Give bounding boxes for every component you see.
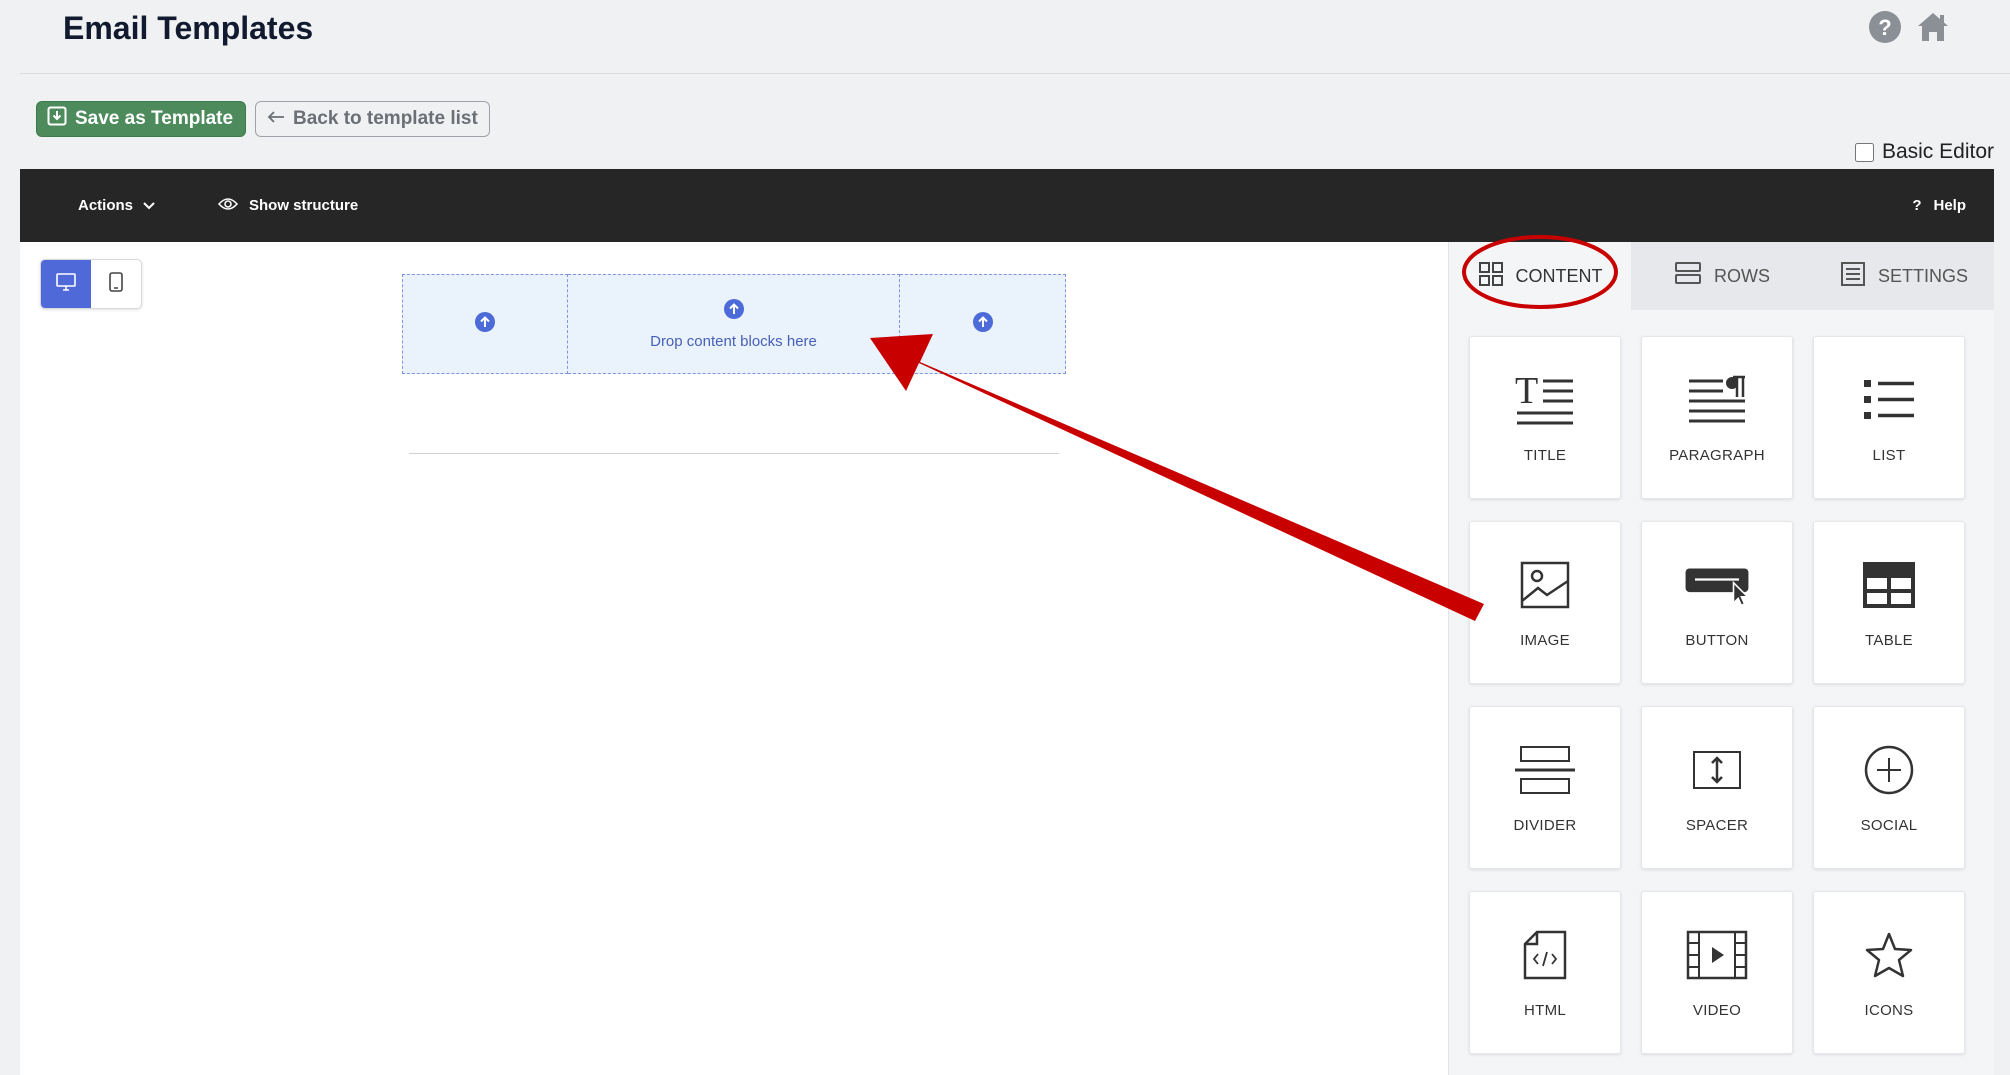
- drop-column-right[interactable]: [900, 274, 1066, 374]
- help-button[interactable]: ? Help: [1912, 197, 1966, 214]
- table-icon: [1856, 552, 1922, 618]
- help-label: Help: [1933, 197, 1966, 214]
- list-icon: [1856, 367, 1922, 433]
- html-icon: [1512, 922, 1578, 988]
- drop-row: Drop content blocks here: [402, 274, 1066, 374]
- header-icons: ?: [1868, 10, 1950, 44]
- mobile-view-button[interactable]: [91, 260, 141, 308]
- email-editor: Actions Show structure ? Help Drop conte…: [20, 169, 1994, 1075]
- device-preview-toggle: [40, 259, 142, 309]
- basic-editor-toggle[interactable]: Basic Editor: [1854, 140, 1994, 164]
- block-spacer-label: SPACER: [1685, 817, 1749, 834]
- basic-editor-label: Basic Editor: [1881, 140, 1994, 163]
- drop-column-left[interactable]: [402, 274, 568, 374]
- upload-arrow-icon: [474, 311, 496, 338]
- home-icon[interactable]: [1916, 10, 1950, 44]
- block-video-label: VIDEO: [1692, 1002, 1742, 1019]
- block-list-label: LIST: [1872, 447, 1906, 464]
- block-spacer[interactable]: SPACER: [1641, 706, 1793, 869]
- block-title[interactable]: T TITLE: [1469, 336, 1621, 499]
- header-divider: [20, 73, 2010, 74]
- save-icon: [47, 106, 67, 132]
- block-divider[interactable]: DIVIDER: [1469, 706, 1621, 869]
- chevron-down-icon: [143, 197, 155, 214]
- grid-icon: [1478, 261, 1504, 292]
- block-image-label: IMAGE: [1520, 632, 1570, 649]
- back-to-template-list-button[interactable]: Back to template list: [255, 101, 490, 137]
- button-icon: [1684, 552, 1750, 618]
- tab-rows[interactable]: ROWS: [1631, 242, 1813, 310]
- show-structure-button[interactable]: Show structure: [217, 197, 359, 215]
- block-html[interactable]: HTML: [1469, 891, 1621, 1054]
- block-social-label: SOCIAL: [1860, 817, 1918, 834]
- content-sidebar: CONTENT ROWS SETTINGS T TITLE PARAGRAPH …: [1448, 242, 1994, 1075]
- block-social[interactable]: SOCIAL: [1813, 706, 1965, 869]
- drop-content-text: Drop content blocks here: [650, 333, 817, 350]
- tab-rows-label: ROWS: [1714, 265, 1770, 286]
- block-video[interactable]: VIDEO: [1641, 891, 1793, 1054]
- sidebar-tabs: CONTENT ROWS SETTINGS: [1449, 242, 1994, 310]
- spacer-icon: [1684, 737, 1750, 803]
- svg-text:?: ?: [1878, 15, 1891, 40]
- block-paragraph-label: PARAGRAPH: [1669, 447, 1765, 464]
- video-icon: [1684, 922, 1750, 988]
- tab-settings[interactable]: SETTINGS: [1813, 242, 1994, 310]
- desktop-icon: [56, 272, 76, 296]
- block-paragraph[interactable]: PARAGRAPH: [1641, 336, 1793, 499]
- paragraph-icon: [1684, 367, 1750, 433]
- block-table-label: TABLE: [1865, 632, 1913, 649]
- block-icons-label: ICONS: [1864, 1002, 1914, 1019]
- social-icon: [1856, 737, 1922, 803]
- block-button-label: BUTTON: [1685, 632, 1749, 649]
- rows-icon: [1674, 261, 1702, 292]
- divider-icon: [1512, 737, 1578, 803]
- question-icon: ?: [1912, 197, 1922, 214]
- tab-content[interactable]: CONTENT: [1449, 242, 1631, 310]
- tab-settings-label: SETTINGS: [1877, 265, 1968, 286]
- mobile-icon: [109, 271, 123, 297]
- help-circle-icon[interactable]: ?: [1868, 10, 1902, 44]
- desktop-view-button[interactable]: [41, 260, 91, 308]
- actions-label: Actions: [78, 197, 134, 214]
- canvas-divider-line: [409, 453, 1059, 454]
- tab-content-label: CONTENT: [1515, 265, 1603, 286]
- block-table[interactable]: TABLE: [1813, 521, 1965, 684]
- block-icons[interactable]: ICONS: [1813, 891, 1965, 1054]
- star-icon: [1856, 922, 1922, 988]
- basic-editor-checkbox[interactable]: [1854, 142, 1874, 162]
- drop-column-center[interactable]: Drop content blocks here: [568, 274, 900, 374]
- settings-list-icon: [1840, 261, 1866, 292]
- eye-icon: [217, 197, 239, 215]
- actions-menu[interactable]: Actions: [78, 197, 155, 214]
- block-title-label: TITLE: [1523, 447, 1567, 464]
- page-title: Email Templates: [63, 10, 314, 46]
- svg-text:T: T: [1515, 373, 1538, 412]
- show-structure-label: Show structure: [249, 197, 359, 214]
- block-html-label: HTML: [1523, 1002, 1567, 1019]
- upload-arrow-icon: [972, 311, 994, 338]
- arrow-left-icon: [267, 108, 285, 130]
- block-button[interactable]: BUTTON: [1641, 521, 1793, 684]
- editor-toolbar: Actions Show structure ? Help: [20, 169, 1994, 242]
- image-icon: [1512, 552, 1578, 618]
- save-as-template-button[interactable]: Save as Template: [36, 101, 247, 137]
- save-button-label: Save as Template: [75, 108, 234, 129]
- content-blocks-grid: T TITLE PARAGRAPH LIST IMAGE BUTTON TABL…: [1469, 336, 1965, 1054]
- block-divider-label: DIVIDER: [1513, 817, 1577, 834]
- block-image[interactable]: IMAGE: [1469, 521, 1621, 684]
- upload-arrow-icon: [723, 298, 745, 325]
- block-list[interactable]: LIST: [1813, 336, 1965, 499]
- back-button-label: Back to template list: [293, 108, 478, 129]
- title-icon: T: [1512, 367, 1578, 433]
